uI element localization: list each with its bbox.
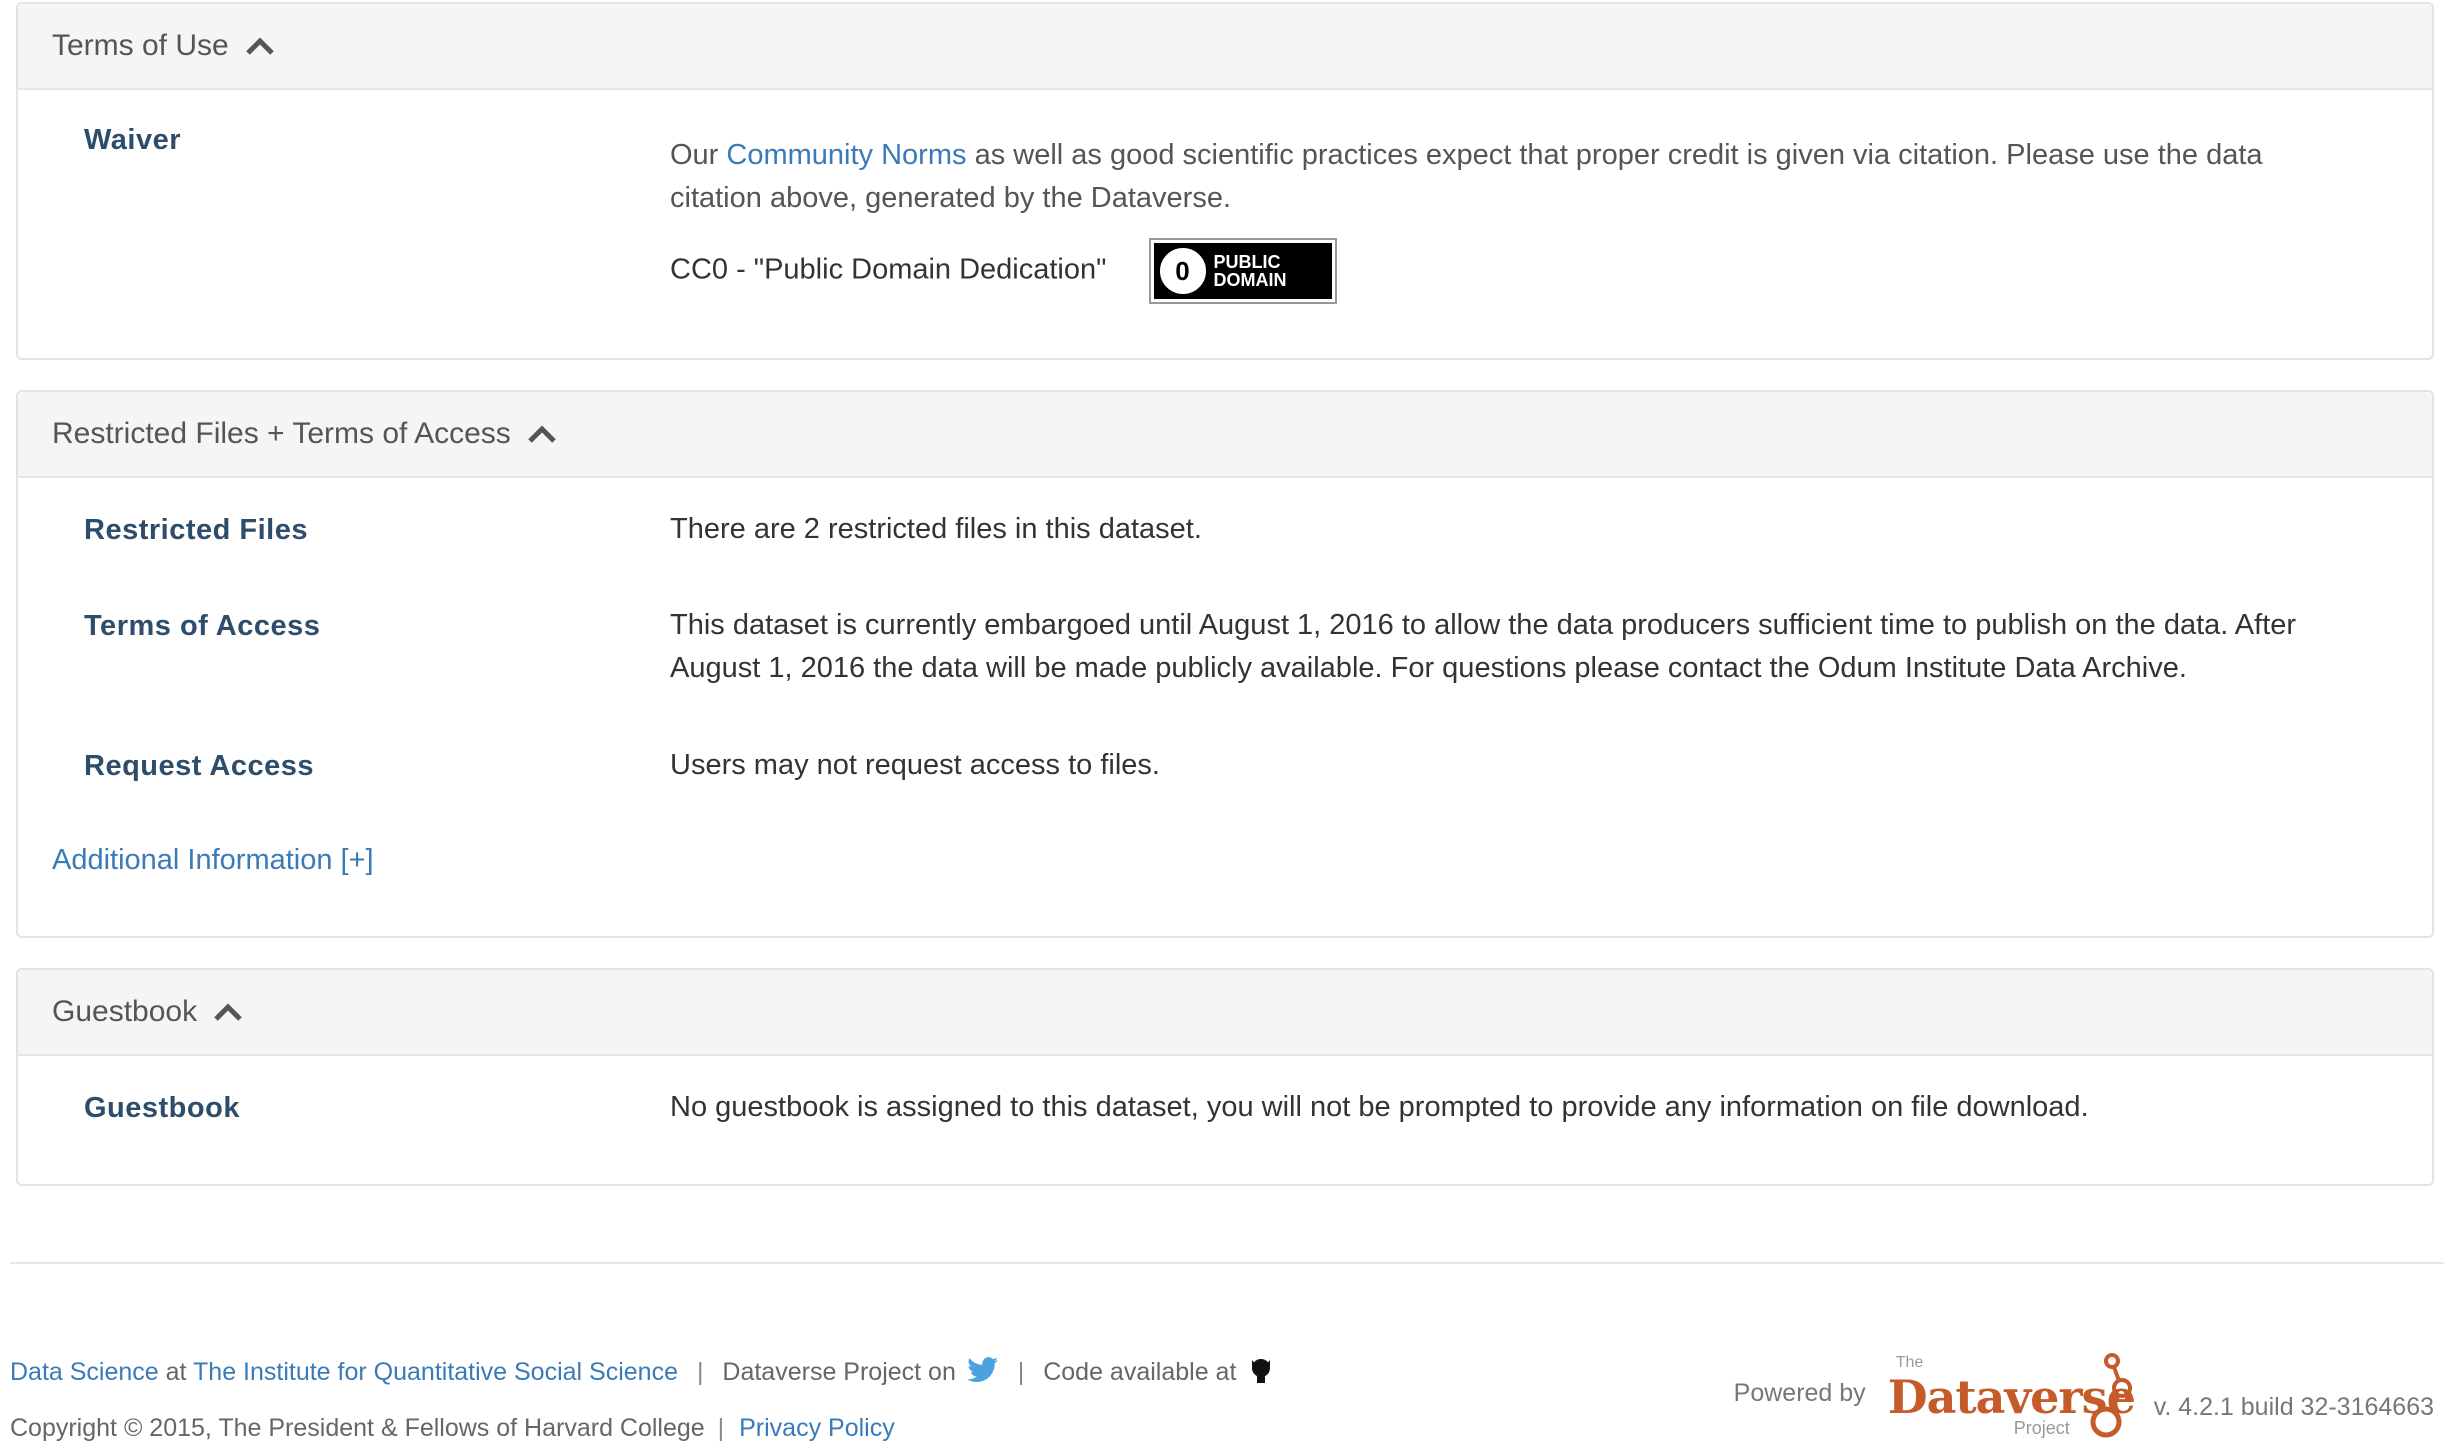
chevron-up-icon — [213, 1002, 243, 1022]
request-access-label: Request Access — [84, 750, 314, 782]
terms-of-access-label: Terms of Access — [84, 610, 321, 642]
footer-copyright-row: Copyright © 2015, The President & Fellow… — [10, 1414, 895, 1442]
waiver-text: Our Community Norms as well as good scie… — [670, 139, 2263, 214]
github-icon[interactable] — [1247, 1356, 1275, 1391]
restricted-files-title: Restricted Files + Terms of Access — [52, 417, 511, 450]
restricted-files-value: There are 2 restricted files in this dat… — [670, 513, 1202, 545]
guestbook-value: No guestbook is assigned to this dataset… — [670, 1091, 2089, 1123]
guestbook-label: Guestbook — [84, 1092, 240, 1124]
restricted-files-panel: Restricted Files + Terms of Access Restr… — [16, 390, 2434, 938]
terms-of-use-heading[interactable]: Terms of Use — [18, 4, 2432, 90]
footer-divider — [10, 1262, 2444, 1264]
chevron-up-icon — [527, 424, 557, 444]
footer-links: Data Science at The Institute for Quanti… — [10, 1356, 1275, 1391]
license-row: CC0 - "Public Domain Dedication" 0 PUBLI… — [670, 238, 2352, 304]
version-text: v. 4.2.1 build 32-3164663 — [2153, 1392, 2434, 1421]
terms-of-use-title: Terms of Use — [52, 29, 229, 62]
privacy-policy-link[interactable]: Privacy Policy — [739, 1414, 895, 1442]
additional-information-link[interactable]: Additional Information [+] — [52, 844, 374, 877]
data-science-link[interactable]: Data Science — [10, 1358, 159, 1386]
powered-by: Powered by The Dataverse Project v. 4.2.… — [1734, 1348, 2434, 1438]
terms-of-use-panel: Terms of Use Waiver Our Community Norms … — [16, 2, 2434, 360]
terms-of-access-value: This dataset is currently embargoed unti… — [670, 609, 2297, 684]
guestbook-heading[interactable]: Guestbook — [18, 970, 2432, 1056]
request-access-value: Users may not request access to files. — [670, 749, 1160, 781]
restricted-files-heading[interactable]: Restricted Files + Terms of Access — [18, 392, 2432, 478]
chevron-up-icon — [245, 36, 275, 56]
code-available-at: Code available at — [1043, 1358, 1237, 1387]
restricted-files-label: Restricted Files — [84, 514, 308, 546]
guestbook-panel: Guestbook Guestbook No guestbook is assi… — [16, 968, 2434, 1186]
cc0-public-domain-badge[interactable]: 0 PUBLIC DOMAIN — [1148, 238, 1337, 304]
guestbook-title: Guestbook — [52, 995, 198, 1028]
license-text: CC0 - "Public Domain Dedication" — [670, 253, 1107, 286]
dataverse-project-on: Dataverse Project on — [722, 1358, 956, 1387]
dataverse-logo-icon — [2090, 1353, 2132, 1438]
iqss-link[interactable]: The Institute for Quantitative Social Sc… — [193, 1358, 678, 1386]
community-norms-link[interactable]: Community Norms — [726, 139, 966, 171]
copyright-text: Copyright © 2015, The President & Fellow… — [10, 1414, 705, 1442]
powered-by-text: Powered by — [1733, 1378, 1866, 1407]
dataverse-logo[interactable]: The Dataverse Project — [1888, 1348, 2138, 1438]
cc0-zero-icon: 0 — [1159, 248, 1206, 294]
twitter-icon[interactable] — [966, 1357, 999, 1390]
waiver-label: Waiver — [84, 124, 182, 156]
